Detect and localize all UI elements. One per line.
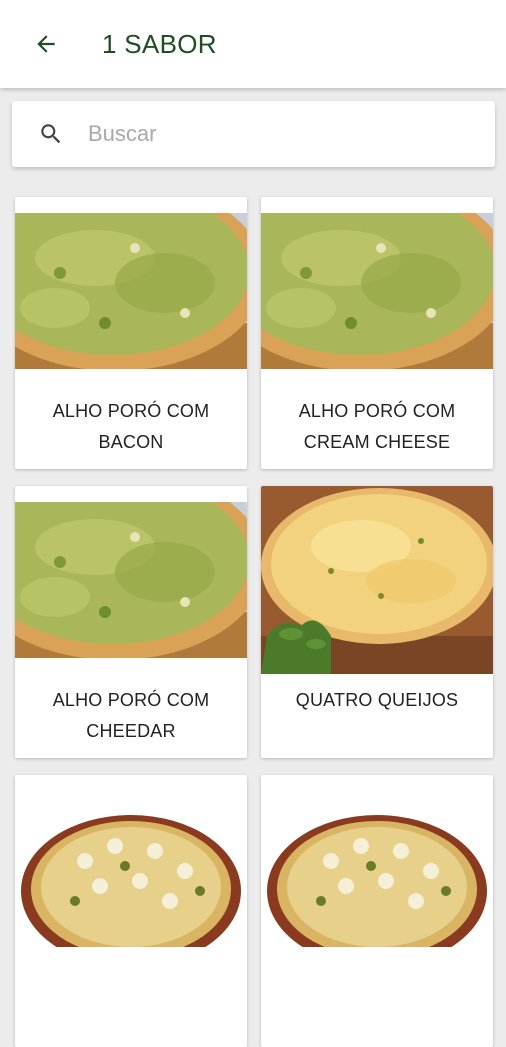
product-name — [23, 963, 239, 1047]
product-card[interactable]: ALHO PORÓ COM CREAM CHEESE — [261, 197, 493, 469]
product-name: ALHO PORÓ COM BACON — [52, 401, 210, 452]
back-button[interactable] — [24, 22, 68, 66]
product-grid: ALHO PORÓ COM BACON ALHO PORÓ COM CREAM … — [0, 0, 506, 1047]
four-cheese-pizza-image — [261, 486, 493, 674]
product-card[interactable]: ALHO PORÓ COM BACON — [15, 197, 247, 469]
product-name: QUATRO QUEIJOS — [295, 689, 459, 710]
arrow-back-icon — [37, 35, 55, 53]
product-card[interactable] — [261, 775, 493, 1047]
palm-heart-pizza-image — [15, 791, 247, 947]
product-name — [269, 963, 485, 1047]
leek-pizza-image — [15, 502, 247, 658]
product-card[interactable]: QUATRO QUEIJOS — [261, 486, 493, 758]
product-card[interactable]: ALHO PORÓ COM CHEEDAR — [15, 486, 247, 758]
product-card[interactable] — [15, 775, 247, 1047]
product-name: ALHO PORÓ COM CHEEDAR — [52, 690, 210, 741]
app-bar: 1 SABOR — [0, 0, 506, 88]
product-name: ALHO PORÓ COM CREAM CHEESE — [298, 401, 456, 452]
page-title: 1 SABOR — [102, 28, 217, 59]
leek-pizza-image — [261, 213, 493, 369]
palm-heart-pizza-image — [261, 791, 493, 947]
leek-pizza-image — [15, 213, 247, 369]
